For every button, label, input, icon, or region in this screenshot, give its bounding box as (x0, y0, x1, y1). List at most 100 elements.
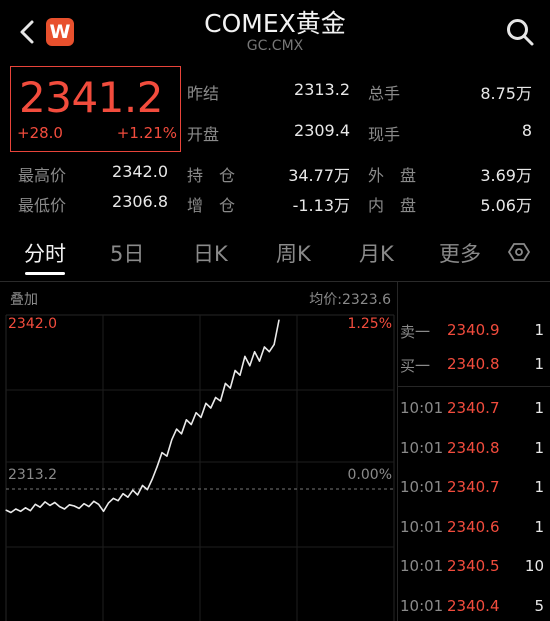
high-value: 2342.0 (112, 162, 168, 181)
price-change: +28.0 (17, 124, 63, 142)
last-price: 2341.2 (19, 73, 163, 122)
trade-price: 2340.5 (447, 557, 500, 575)
price-point (132, 489, 134, 491)
low-value: 2306.8 (112, 192, 168, 211)
hold-value: 34.77万 (288, 166, 350, 185)
low-label: 最低价 (18, 196, 67, 215)
orderbook-buy1: 买一 2340.8 1 (398, 355, 550, 395)
price-point (180, 433, 183, 435)
price-point (122, 493, 124, 495)
trade-price: 2340.6 (447, 517, 500, 536)
orderbook-separator (398, 386, 550, 387)
price-point (63, 508, 66, 510)
inner-value: 5.06万 (480, 196, 532, 215)
price-change-pct: +1.21% (116, 124, 177, 142)
trade-row: 10:01 2340.7 1 (398, 478, 550, 518)
inner-label: 内 盘 (368, 196, 417, 215)
price-point (68, 504, 70, 506)
price-point (93, 500, 95, 502)
intraday-chart[interactable] (0, 282, 398, 621)
search-icon[interactable] (504, 16, 536, 48)
price-point (254, 351, 256, 353)
price-point (73, 505, 75, 507)
price-point (117, 500, 119, 502)
price-point (112, 497, 114, 499)
tab-more[interactable]: 更多 (439, 238, 481, 268)
price-point (185, 419, 187, 421)
price-point (29, 510, 31, 512)
current-vol-label: 现手 (368, 125, 401, 144)
price-point (54, 501, 56, 504)
price-point (83, 503, 85, 505)
price-box: 2341.2 +28.0 +1.21% (10, 66, 181, 152)
buy1-label: 买一 (400, 357, 431, 375)
trade-volume: 10 (524, 557, 544, 575)
price-point (88, 506, 90, 508)
price-point (127, 496, 129, 498)
price-point (161, 452, 163, 454)
active-tab-indicator (25, 272, 65, 275)
trade-time: 10:01 (400, 517, 444, 536)
tab-intraday[interactable]: 分时 (24, 238, 66, 268)
price-point (78, 507, 80, 509)
trade-price: 2340.8 (447, 438, 500, 457)
price-point (176, 428, 178, 430)
trade-row: 10:01 2340.7 1 (398, 399, 550, 439)
total-vol-label: 总手 (368, 84, 401, 103)
price-point (263, 346, 265, 348)
tab-weekly-k[interactable]: 周K (276, 238, 311, 268)
price-point (278, 319, 280, 321)
tab-5day[interactable]: 5日 (110, 238, 144, 268)
hold-label: 持 仓 (187, 166, 236, 185)
buy1-price: 2340.8 (447, 355, 500, 373)
price-point (59, 506, 61, 508)
symbol-code: GC.CMX (246, 38, 304, 54)
header: W COMEX黄金 GC.CMX (0, 0, 550, 60)
page-title: COMEX黄金 (204, 9, 346, 38)
total-vol-value: 8.75万 (480, 84, 532, 103)
trade-volume: 1 (534, 399, 544, 417)
open-value: 2309.4 (294, 121, 350, 140)
prev-close-label: 昨结 (187, 84, 220, 103)
trade-row: 10:01 2340.6 1 (398, 518, 550, 558)
price-point (98, 503, 100, 505)
price-point (20, 510, 22, 512)
buy1-volume: 1 (534, 355, 544, 373)
sell1-label: 卖一 (400, 323, 431, 341)
price-point (239, 374, 241, 376)
open-label: 开盘 (187, 125, 220, 144)
trade-time: 10:01 (400, 557, 444, 575)
price-point (229, 387, 231, 389)
price-point (15, 508, 17, 510)
price-point (166, 455, 168, 457)
price-point (146, 489, 148, 491)
price-point (205, 402, 207, 404)
tab-monthly-k[interactable]: 月K (359, 238, 394, 268)
price-point (151, 478, 153, 480)
price-point (200, 416, 202, 418)
sell1-volume: 1 (534, 321, 544, 339)
settings-hexagon-icon[interactable] (508, 241, 530, 263)
prev-close-value: 2313.2 (294, 80, 350, 99)
price-point (141, 484, 144, 487)
trade-time: 10:01 (400, 399, 444, 417)
price-point (34, 503, 36, 505)
increase-value: -1.13万 (292, 196, 350, 215)
price-point (171, 439, 173, 441)
tab-daily-k[interactable]: 日K (193, 238, 228, 268)
trade-row: 10:01 2340.8 1 (398, 439, 550, 479)
price-point (215, 396, 217, 399)
trade-row: 10:01 2340.4 5 (398, 597, 550, 621)
current-vol-value: 8 (521, 121, 532, 140)
outer-label: 外 盘 (368, 166, 417, 185)
price-point (268, 351, 270, 353)
price-point (102, 510, 105, 512)
trade-price: 2340.4 (447, 596, 500, 615)
price-point (244, 355, 246, 357)
price-point (234, 369, 236, 372)
price-point (137, 494, 139, 496)
price-point (273, 344, 275, 346)
trade-price: 2340.7 (447, 399, 500, 417)
price-point (44, 501, 46, 503)
price-point (5, 509, 7, 511)
